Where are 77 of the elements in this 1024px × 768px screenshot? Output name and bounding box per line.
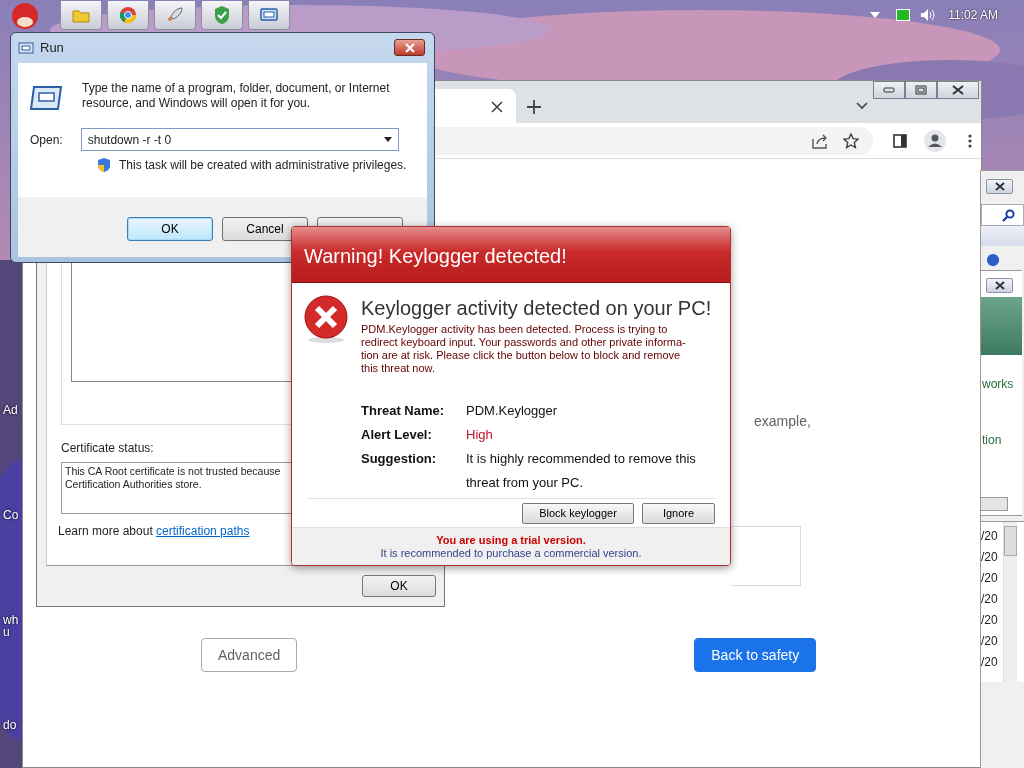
maximize-button[interactable] (905, 81, 937, 99)
desktop-icon-label: wh u (3, 614, 19, 638)
close-icon[interactable] (491, 101, 503, 113)
warning-title: Warning! Keylogger detected! (292, 227, 730, 283)
tab-strip (981, 226, 1024, 246)
header-banner (981, 297, 1022, 355)
search-field[interactable] (981, 204, 1024, 226)
date-cell-text: /20 (981, 634, 999, 649)
run-icon (18, 42, 34, 54)
date-cell-text: /20 (981, 529, 999, 544)
command-combo-box[interactable]: shutdown -r -t 0 (80, 128, 399, 151)
sidebar-icon[interactable] (893, 133, 907, 148)
minimize-icon (883, 87, 895, 93)
shield-icon[interactable] (201, 0, 243, 30)
purchase-notice: It is recommended to purchase a commercial version. (379, 547, 643, 560)
close-icon (993, 281, 1006, 290)
link-text[interactable]: works (982, 375, 1022, 393)
back-to-safety-button[interactable]: Back to safety (694, 638, 817, 672)
ok-button[interactable]: OK (127, 217, 213, 241)
field-label: Open: (30, 131, 63, 149)
detail-value: It is highly recommended to remove this threat from your PC. (466, 450, 697, 492)
clock[interactable]: 11:02 AM (948, 6, 998, 24)
learn-more-text: Learn more about certification paths (58, 523, 250, 540)
folder-icon[interactable] (60, 0, 102, 30)
chevron-down-icon[interactable] (856, 102, 868, 110)
date-cell-text: /20 (981, 592, 999, 607)
warning-message: PDM.Keylogger activity has been detected. Process is trying to redirect keyboard input. Your passwords and other private informa- tion are at risk. Please click the button below to block and remove this threat now. (361, 323, 687, 375)
date-cell-text: /20 (981, 571, 999, 586)
run-icon[interactable] (248, 0, 290, 30)
date-cell-text: /20 (981, 655, 999, 670)
link-text[interactable]: tion (982, 431, 1022, 449)
search-icon[interactable] (1002, 208, 1015, 222)
avatar-icon[interactable] (924, 129, 946, 152)
plus-icon[interactable] (527, 100, 541, 114)
close-button[interactable] (986, 278, 1013, 293)
browser-icon[interactable] (107, 0, 149, 30)
minimize-button[interactable] (873, 81, 905, 99)
run-icon (30, 85, 62, 111)
certification-paths-link[interactable]: certification paths (156, 524, 250, 538)
caret-icon[interactable] (870, 12, 881, 18)
dropdown-arrow-icon[interactable] (383, 137, 392, 142)
detail-label: Threat Name: (361, 402, 446, 420)
detail-label: Alert Level: (361, 426, 433, 444)
ignore-button[interactable]: Ignore (642, 503, 715, 524)
close-icon (993, 182, 1006, 191)
close-icon (403, 42, 416, 53)
speaker-icon[interactable] (920, 8, 937, 22)
close-button[interactable] (394, 39, 425, 56)
date-cell-text: /20 (981, 613, 999, 628)
shield-icon (97, 157, 111, 173)
block-keylogger-button[interactable]: Block keylogger (522, 503, 634, 524)
instructions-text: Type the name of a program, folder, document, or Internet resource, and Windows will open it for you. (82, 81, 390, 111)
window-title: Run (40, 39, 64, 58)
scrollbar[interactable] (1003, 522, 1017, 682)
error-icon (303, 295, 349, 343)
star-icon[interactable] (843, 132, 859, 149)
share-icon[interactable] (811, 132, 829, 149)
ok-button[interactable]: OK (362, 575, 436, 597)
detail-value: PDM.Keylogger (466, 402, 559, 420)
warning-heading: Keylogger activity detected on your PC! (361, 297, 712, 319)
cancel-button[interactable]: Cancel (222, 217, 308, 241)
trial-notice: You are using a trial version. (435, 534, 587, 547)
desktop-icon-label: do (3, 719, 17, 731)
close-button[interactable] (986, 179, 1013, 194)
menu-icon[interactable] (968, 133, 972, 148)
desktop-icon-label: Ad (3, 404, 18, 416)
restore-icon (915, 85, 927, 95)
advanced-button[interactable]: Advanced (201, 638, 298, 672)
close-button[interactable] (937, 81, 979, 99)
desktop-icon-label: Co (3, 509, 19, 521)
field-label: Certificate status: (61, 440, 154, 457)
monitor-icon[interactable] (896, 9, 911, 21)
detail-value: High (466, 426, 494, 444)
close-icon (952, 85, 964, 95)
date-cell-text: /20 (981, 550, 999, 565)
body-text: example, (754, 412, 811, 431)
note-text: This task will be created with administrative privileges. (119, 157, 407, 174)
